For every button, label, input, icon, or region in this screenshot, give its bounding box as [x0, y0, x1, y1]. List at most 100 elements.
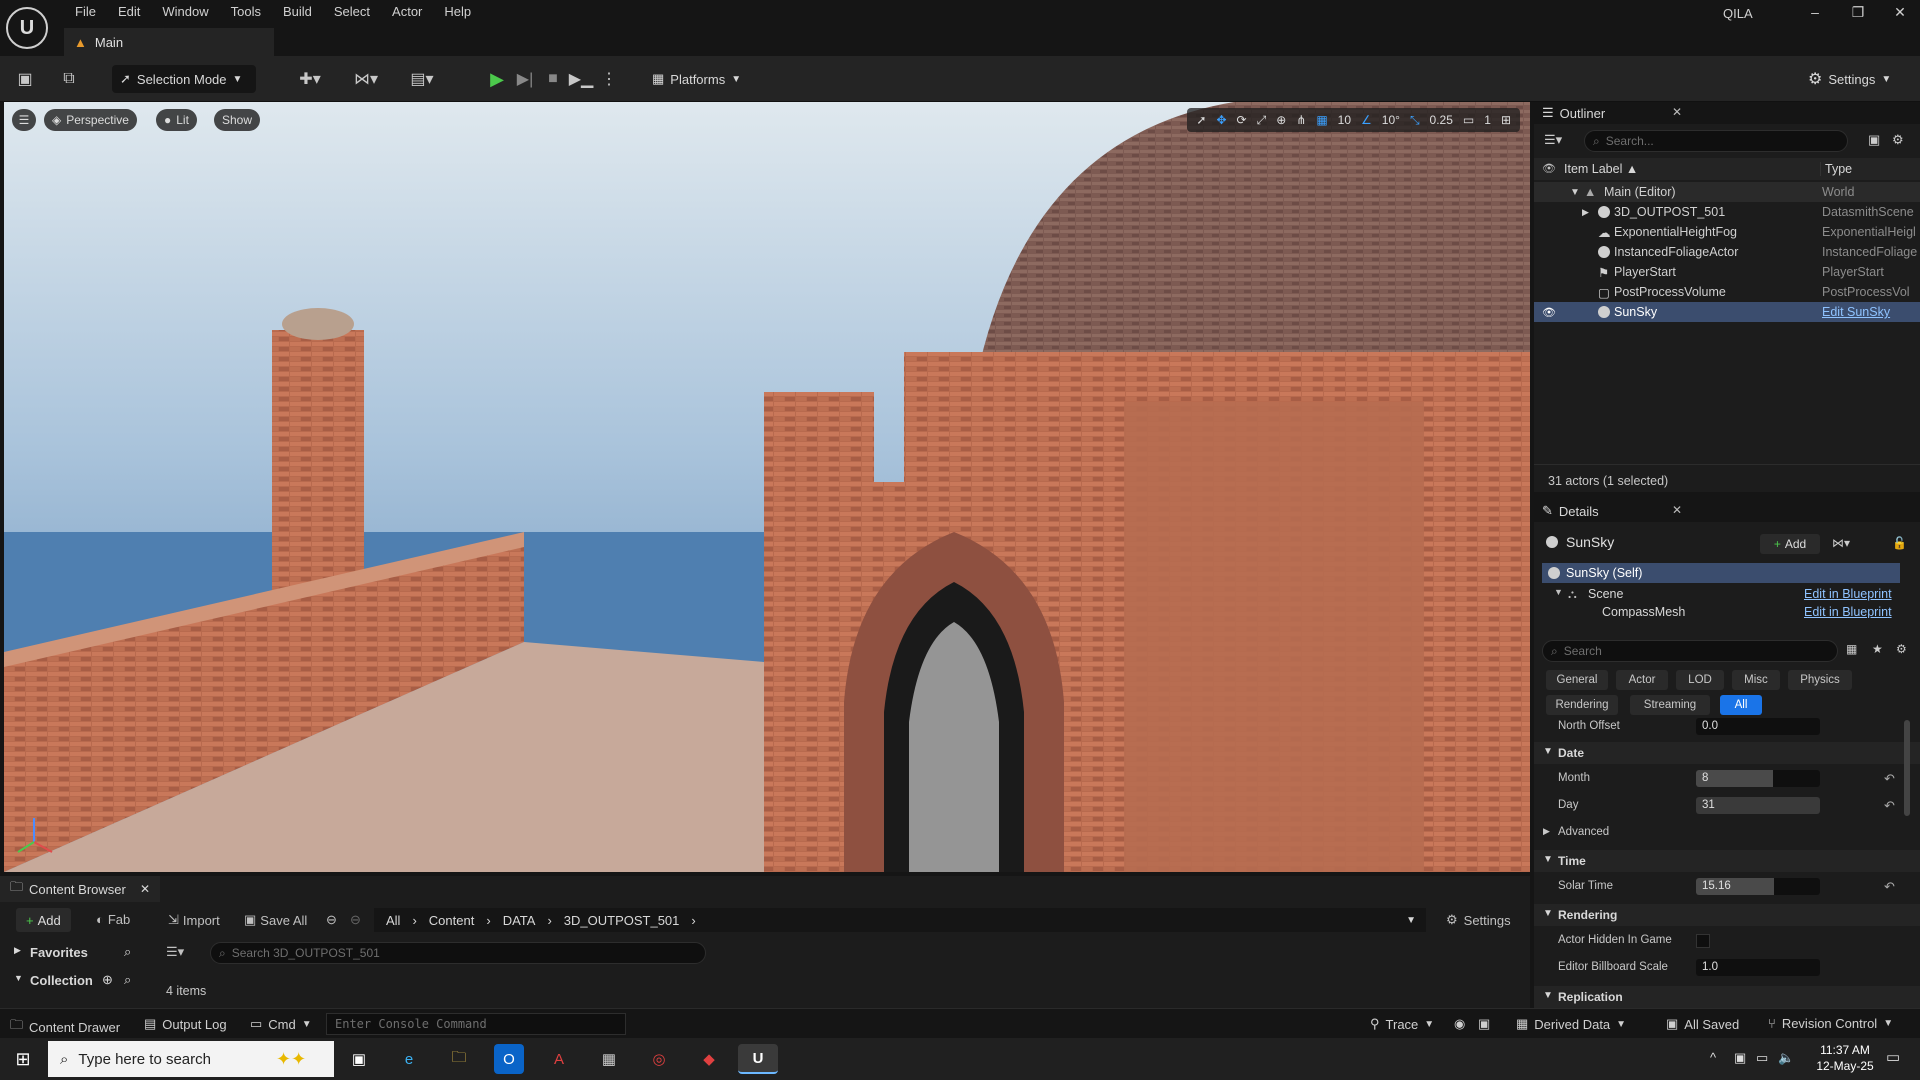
edit-sunsky-link[interactable]: Edit SunSky [1822, 305, 1920, 319]
outliner-search-input[interactable]: ⌕ Search... [1584, 130, 1848, 152]
breadcrumb-data[interactable]: DATA [503, 913, 536, 928]
angle-snap-value[interactable]: 10° [1379, 113, 1403, 127]
gear-icon[interactable]: ⚙ [1896, 642, 1907, 656]
menu-window[interactable]: Window [151, 3, 219, 21]
gear-icon[interactable]: ⚙ [1892, 132, 1904, 148]
section-rendering[interactable]: ▼ Rendering [1534, 904, 1920, 926]
scale-snap-icon[interactable]: ⤡ [1407, 113, 1423, 128]
add-button[interactable]: + Add [16, 908, 71, 932]
step-icon[interactable]: ▶| [514, 68, 536, 90]
collapse-arrow-icon[interactable]: ▼ [1554, 587, 1563, 597]
menu-edit[interactable]: Edit [107, 3, 151, 21]
windows-start-icon[interactable]: ⊞ [8, 1044, 38, 1074]
component-scene[interactable]: ▼ ⛬ Scene Edit in Blueprint [1542, 584, 1900, 604]
sketchup-icon[interactable]: ◆ [694, 1044, 724, 1074]
taskbar-search-input[interactable]: ⌕ Type here to search ✦✦ [48, 1041, 334, 1077]
network-icon[interactable]: ▭ [1756, 1050, 1768, 1066]
rotate-tool-icon[interactable]: ⟳ [1234, 113, 1250, 127]
outliner-row-world[interactable]: ▼ ▲ Main (Editor) World [1534, 182, 1920, 202]
day-field[interactable]: 31 [1696, 797, 1820, 814]
favorites-section[interactable]: ▶ Favorites ⌕ [8, 942, 148, 964]
details-search-input[interactable]: ⌕ Search [1542, 640, 1838, 662]
output-log-button[interactable]: ▤ Output Log [144, 1016, 227, 1032]
tab-main[interactable]: ▲ Main [64, 28, 274, 56]
layout-icon[interactable]: ⊞ [1498, 113, 1514, 127]
cb-settings-button[interactable]: ⚙ Settings [1446, 912, 1511, 928]
reset-icon[interactable]: ↶ [1884, 879, 1895, 895]
breadcrumb-outpost[interactable]: 3D_OUTPOST_501 [564, 913, 680, 928]
component-compassmesh[interactable]: CompassMesh Edit in Blueprint [1542, 604, 1900, 618]
chrome-icon[interactable]: ◎ [644, 1044, 674, 1074]
unreal-logo-icon[interactable]: U [6, 7, 48, 49]
taskbar-clock[interactable]: 11:37 AM 12-May-25 [1810, 1042, 1880, 1074]
outlook-icon[interactable]: O [494, 1044, 524, 1074]
section-time[interactable]: ▼ Time [1534, 850, 1920, 872]
select-tool-icon[interactable]: ➚ [1193, 113, 1209, 127]
cinematics-icon[interactable]: ▤▾ [404, 68, 440, 90]
details-tab[interactable]: ✎ Details ✕ [1534, 500, 1920, 522]
collections-section[interactable]: ▼ Collection ⊕ ⌕ [8, 970, 148, 992]
console-input[interactable]: Enter Console Command [326, 1013, 626, 1035]
close-icon[interactable]: ✕ [1672, 503, 1682, 517]
outliner-row-sunsky[interactable]: 👁 SunSky Edit SunSky [1534, 302, 1920, 322]
search-icon[interactable]: ⌕ [124, 972, 131, 988]
hidden-in-game-checkbox[interactable] [1696, 934, 1710, 948]
table-view-icon[interactable]: ▦ [1846, 642, 1857, 656]
save-all-button[interactable]: ▣ Save All [244, 912, 307, 928]
reset-icon[interactable]: ↶ [1884, 771, 1895, 787]
details-scrollbar[interactable] [1904, 720, 1910, 816]
blueprint-icon[interactable]: ⋈▾ [348, 68, 384, 90]
edit-in-blueprint-link[interactable]: Edit in Blueprint [1804, 587, 1892, 601]
outliner-row-fog[interactable]: ☁ ExponentialHeightFog ExponentialHeigl [1534, 222, 1920, 242]
menu-build[interactable]: Build [272, 3, 323, 21]
surface-snap-icon[interactable]: ⋔ [1293, 113, 1309, 127]
volume-icon[interactable]: 🔈 [1778, 1050, 1794, 1066]
tray-chevron-icon[interactable]: ^ [1710, 1050, 1716, 1065]
play-icon[interactable]: ▶ [486, 68, 508, 90]
back-icon[interactable]: ⊖ [326, 912, 337, 928]
camera-speed-value[interactable]: 1 [1481, 113, 1494, 127]
platforms-button[interactable]: ▦ Platforms ▼ [644, 65, 749, 93]
save-icon[interactable]: ▣ [14, 68, 36, 90]
angle-snap-icon[interactable]: ∠ [1358, 113, 1375, 127]
trace-button[interactable]: ⚲ Trace ▼ [1370, 1016, 1434, 1032]
menu-select[interactable]: Select [323, 3, 381, 21]
prop-advanced[interactable]: ▶ Advanced [1534, 822, 1920, 844]
scale-tool-icon[interactable]: ⤢ [1254, 113, 1270, 128]
content-browser-tab[interactable]: 🗀 Content Browser ✕ [0, 876, 160, 902]
chevron-down-icon[interactable]: ▼ [1406, 915, 1416, 926]
month-field[interactable]: 8 [1696, 770, 1820, 787]
add-component-button[interactable]: + Add [1760, 534, 1820, 554]
outliner-row-postprocess[interactable]: ▢ PostProcessVolume PostProcessVol [1534, 282, 1920, 302]
camera-speed-icon[interactable]: ▭ [1460, 113, 1477, 127]
viewport-menu-icon[interactable]: ☰ [12, 109, 36, 131]
filter-lod[interactable]: LOD [1676, 670, 1724, 690]
filter-rendering[interactable]: Rendering [1546, 695, 1618, 715]
filter-all[interactable]: All [1720, 695, 1762, 715]
import-button[interactable]: ⇲ Import [168, 912, 220, 928]
move-tool-icon[interactable]: ✥ [1213, 113, 1229, 127]
north-offset-field[interactable]: 0.0 [1696, 718, 1820, 735]
filter-icon[interactable]: ☰▾ [166, 944, 184, 960]
filter-general[interactable]: General [1546, 670, 1608, 690]
menu-file[interactable]: File [64, 3, 107, 21]
content-drawer-button[interactable]: 🗀 Content Drawer [10, 1016, 120, 1038]
outliner-row-datasmith[interactable]: ▶ 3D_OUTPOST_501 DatasmithScene [1534, 202, 1920, 222]
eject-icon[interactable]: ▶▁ [569, 68, 594, 90]
menu-tools[interactable]: Tools [220, 3, 272, 21]
grid-snap-value[interactable]: 10 [1335, 113, 1354, 127]
breadcrumb-all[interactable]: All [386, 913, 400, 928]
menu-actor[interactable]: Actor [381, 3, 433, 21]
content-search-input[interactable]: ⌕ Search 3D_OUTPOST_501 [210, 942, 706, 964]
file-explorer-icon[interactable]: 🗀 [444, 1044, 474, 1074]
fab-button[interactable]: ◐ Fab [96, 912, 130, 927]
menu-help[interactable]: Help [433, 3, 482, 21]
screenshot-icon[interactable]: ▣ [1478, 1016, 1490, 1032]
grid-snap-icon[interactable]: ▦ [1313, 113, 1330, 127]
cmd-button[interactable]: ▭ Cmd ▼ [250, 1016, 312, 1032]
filter-misc[interactable]: Misc [1732, 670, 1780, 690]
close-icon[interactable]: ✕ [1672, 105, 1682, 119]
filter-streaming[interactable]: Streaming [1630, 695, 1710, 715]
add-actor-icon[interactable]: ✚▾ [292, 68, 328, 90]
autodesk-icon[interactable]: A [544, 1044, 574, 1074]
